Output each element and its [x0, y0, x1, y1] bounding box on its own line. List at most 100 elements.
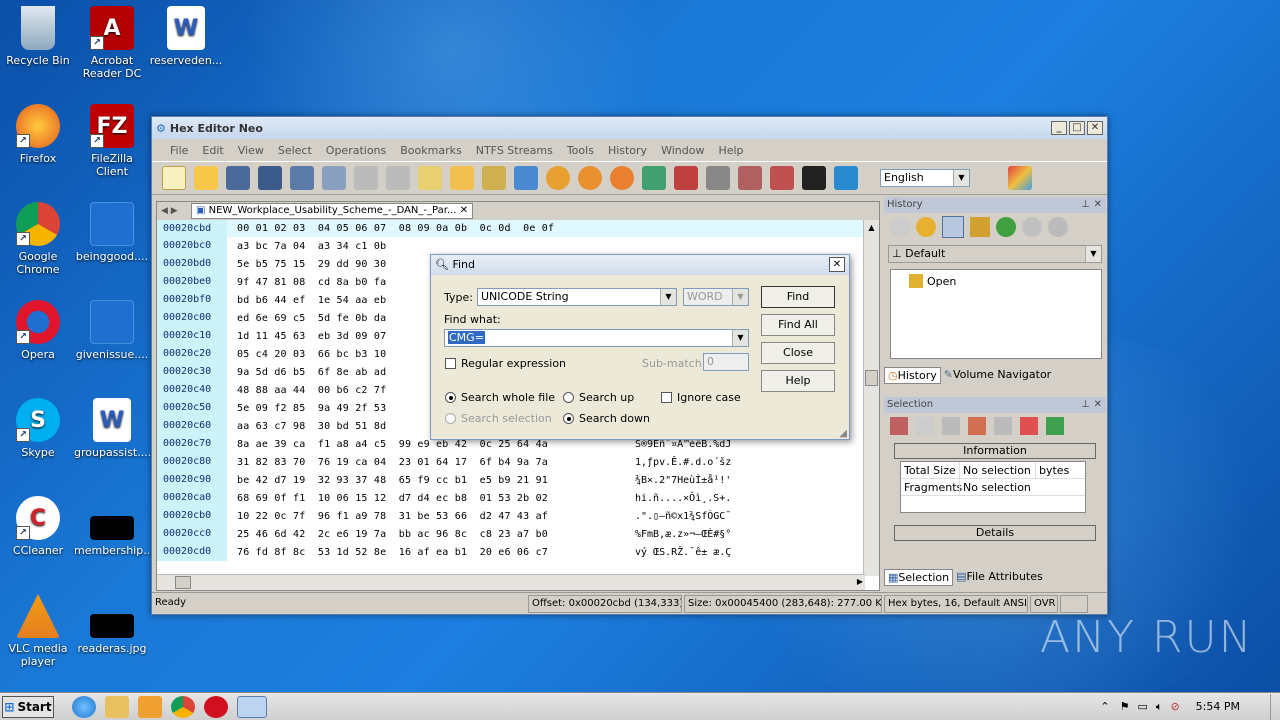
select-dots-icon[interactable]: [942, 417, 960, 435]
paste-icon[interactable]: [482, 166, 506, 190]
hex-row-ascii[interactable]: 1,ƒpv.Ê.#.d.o´šz: [627, 457, 731, 468]
ignore-case-checkbox[interactable]: Ignore case: [661, 391, 741, 404]
find-what-input[interactable]: CMG= ▼: [444, 329, 749, 347]
history-clear-icon[interactable]: [1048, 217, 1068, 237]
history-undo-icon[interactable]: [890, 217, 910, 237]
vertical-scrollbar[interactable]: ▲: [863, 220, 879, 576]
menu-help[interactable]: Help: [718, 144, 743, 157]
find-next-icon[interactable]: [578, 166, 602, 190]
menu-history[interactable]: History: [608, 144, 647, 157]
tab-history[interactable]: ◷History: [884, 367, 941, 384]
desktop-icon-reserveden[interactable]: W reserveden...: [148, 6, 224, 67]
history-clock-icon[interactable]: [916, 217, 936, 237]
scroll-thumb[interactable]: [865, 370, 878, 386]
menu-tools[interactable]: Tools: [567, 144, 594, 157]
select-pattern-icon[interactable]: [994, 417, 1012, 435]
radio-selected[interactable]: [563, 413, 574, 424]
menu-window[interactable]: Window: [661, 144, 704, 157]
clipboard-icon[interactable]: [770, 166, 794, 190]
history-users-icon[interactable]: [942, 216, 964, 238]
find-all-button[interactable]: Find All: [761, 314, 835, 336]
search-whole-file-radio[interactable]: Search whole file: [445, 391, 555, 404]
print-icon[interactable]: [322, 166, 346, 190]
hex-row-ascii[interactable]: ¾B×.2"7HeùÌ±å¹!': [627, 475, 731, 486]
desktop-icon-chrome[interactable]: ↗ Google Chrome: [0, 202, 76, 276]
fullscreen-icon[interactable]: [834, 166, 858, 190]
media-player-taskbar-icon[interactable]: [138, 695, 162, 718]
opera-taskbar-icon[interactable]: [204, 695, 228, 718]
radio-unselected[interactable]: [563, 392, 574, 403]
tray-expand-icon[interactable]: ⌃: [1100, 700, 1109, 713]
desktop-icon-firefox[interactable]: ↗ Firefox: [0, 104, 76, 165]
network-icon[interactable]: ▭: [1137, 700, 1147, 713]
history-remove-icon[interactable]: [1022, 217, 1042, 237]
chrome-taskbar-icon[interactable]: [171, 695, 195, 718]
close-icon[interactable]: ✕: [1094, 197, 1102, 213]
menu-edit[interactable]: Edit: [202, 144, 223, 157]
desktop-icon-filezilla[interactable]: FZ ↗ FileZilla Client: [74, 104, 150, 178]
close-button[interactable]: Close: [761, 342, 835, 364]
menu-file[interactable]: File: [170, 144, 188, 157]
binary-icon[interactable]: [802, 166, 826, 190]
hex-row-ascii[interactable]: %FmB,æ.z»¬–ŒÈ#§°: [627, 529, 731, 540]
find-icon[interactable]: [546, 166, 570, 190]
hex-row-bytes[interactable]: 10 22 0c 7f 96 f1 a9 78 31 be 53 66 d2 4…: [227, 511, 627, 522]
find-button[interactable]: Find: [761, 286, 835, 308]
scroll-thumb-horizontal[interactable]: [175, 576, 191, 589]
desktop-icon-givenissue[interactable]: givenissue....: [74, 300, 150, 361]
hex-row-ascii[interactable]: .".▯–ñ©x1¾SfÒGC¯: [627, 511, 731, 522]
desktop-icon-readeras[interactable]: readeras.jpg: [74, 594, 150, 655]
wrench-icon[interactable]: [706, 166, 730, 190]
start-button[interactable]: ⊞ Start: [2, 695, 54, 718]
save-as-icon[interactable]: [290, 166, 314, 190]
desktop-icon-vlc[interactable]: VLC media player: [0, 594, 76, 668]
desktop-icon-beinggood[interactable]: beinggood....: [74, 202, 150, 263]
explorer-taskbar-icon[interactable]: [105, 695, 129, 718]
edit-icon[interactable]: [418, 166, 442, 190]
radio-selected[interactable]: [445, 392, 456, 403]
bits-icon[interactable]: [674, 166, 698, 190]
new-file-icon[interactable]: [162, 166, 186, 190]
desktop-icon-opera[interactable]: ↗ Opera: [0, 300, 76, 361]
select-block-icon[interactable]: [968, 417, 986, 435]
hex-row-bytes[interactable]: 31 82 83 70 76 19 ca 04 23 01 64 17 6f b…: [227, 457, 627, 468]
security-icon[interactable]: ⊘: [1170, 700, 1179, 713]
hex-row-bytes[interactable]: be 42 d7 19 32 93 37 48 65 f9 cc b1 e5 b…: [227, 475, 627, 486]
information-header[interactable]: Information: [894, 443, 1096, 459]
details-header[interactable]: Details: [894, 525, 1096, 541]
search-up-radio[interactable]: Search up: [563, 391, 634, 404]
desktop-icon-groupassist[interactable]: W groupassist....: [74, 398, 151, 459]
desktop-icon-ccleaner[interactable]: C ↗ CCleaner: [0, 496, 76, 557]
hex-row[interactable]: 00020ca0 68 69 0f f1 10 06 15 12 d7 d4 ec…: [157, 489, 879, 507]
copy-icon[interactable]: [450, 166, 474, 190]
close-icon[interactable]: ✕: [829, 257, 845, 272]
hex-row[interactable]: 00020cb0 10 22 0c 7f 96 f1 a9 78 31 be 53…: [157, 507, 879, 525]
hex-row[interactable]: 00020c80 31 82 83 70 76 19 ca 04 23 01 64…: [157, 453, 879, 471]
show-desktop-button[interactable]: [1270, 693, 1280, 720]
hex-row[interactable]: 00020c90 be 42 d7 19 32 93 37 48 65 f9 cc…: [157, 471, 879, 489]
history-group-select[interactable]: ⊥ Default ▼: [888, 245, 1102, 263]
history-add-icon[interactable]: [996, 217, 1016, 237]
desktop-icon-skype[interactable]: S ↗ Skype: [0, 398, 76, 459]
hex-row-bytes[interactable]: 68 69 0f f1 10 06 15 12 d7 d4 ec b8 01 5…: [227, 493, 627, 504]
tab-document[interactable]: ▣ NEW_Workplace_Usability_Scheme_-_DAN_-…: [191, 203, 474, 219]
type-select[interactable]: UNICODE String ▼: [477, 288, 677, 306]
menu-view[interactable]: View: [238, 144, 264, 157]
tab-nav-left-icon[interactable]: ◀ ▶: [161, 206, 178, 216]
hex-row[interactable]: 00020cc0 25 46 6d 42 2c e6 19 7a bb ac 96…: [157, 525, 879, 543]
hex-row-bytes[interactable]: 76 fd 8f 8c 53 1d 52 8e 16 af ea b1 20 e…: [227, 547, 627, 558]
scroll-right-icon[interactable]: ▶: [857, 575, 863, 589]
save-all-icon[interactable]: [258, 166, 282, 190]
tab-selection[interactable]: ▦Selection: [884, 569, 954, 586]
hex-row-bytes[interactable]: 25 46 6d 42 2c e6 19 7a bb ac 96 8c c8 2…: [227, 529, 627, 540]
minimize-button[interactable]: _: [1051, 121, 1067, 135]
language-select[interactable]: English ▼: [880, 169, 970, 187]
check-icon[interactable]: [1020, 417, 1038, 435]
help-button[interactable]: Help: [761, 370, 835, 392]
export-selection-icon[interactable]: [1046, 417, 1064, 435]
history-group-icon[interactable]: [970, 217, 990, 237]
open-folder-icon[interactable]: [194, 166, 218, 190]
desktop-icon-membership[interactable]: membership....: [74, 496, 157, 557]
select-x-icon[interactable]: [916, 417, 934, 435]
menu-ntfs-streams[interactable]: NTFS Streams: [476, 144, 553, 157]
